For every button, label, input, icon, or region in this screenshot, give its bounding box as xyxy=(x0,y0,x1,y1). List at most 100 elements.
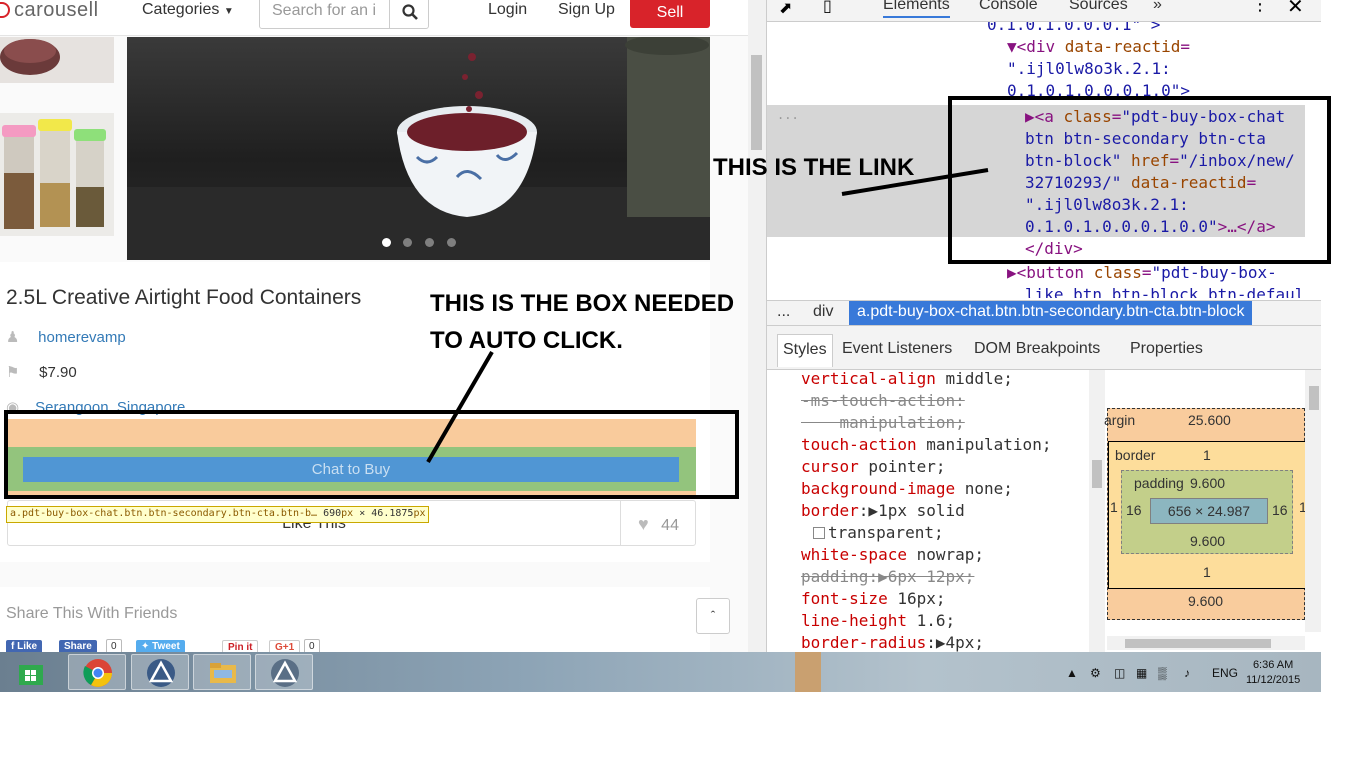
dom-value: ".ijl0lw8o3k.2.1: xyxy=(1007,59,1171,78)
styles-scrollbar[interactable] xyxy=(1089,370,1105,652)
dom-line[interactable]: ▼<div data-reactid= xyxy=(1007,36,1190,58)
chrome-taskbar-icon[interactable] xyxy=(68,654,126,690)
language-indicator[interactable]: ENG xyxy=(1212,666,1238,680)
margin-top-value: 25.600 xyxy=(1188,412,1231,428)
style-declaration[interactable]: vertical-align middle; xyxy=(801,370,1013,390)
box-model-scrollbar[interactable] xyxy=(1305,370,1321,632)
breadcrumb-item[interactable]: ... xyxy=(777,303,790,321)
more-tabs-icon[interactable]: » xyxy=(1153,0,1162,14)
scroll-to-top-button[interactable]: ˆ xyxy=(696,598,730,634)
search-button[interactable] xyxy=(389,0,429,29)
volume-icon[interactable]: ♪ xyxy=(1184,666,1190,680)
breadcrumb-item[interactable]: div xyxy=(813,303,833,321)
style-declaration[interactable]: line-height 1.6; xyxy=(801,610,955,632)
system-clock[interactable]: 6:36 AM 11/12/2015 xyxy=(1246,658,1300,688)
kebab-menu-icon[interactable]: ⋮ xyxy=(1251,0,1269,15)
dom-ellipsis[interactable]: ... xyxy=(777,108,799,122)
tag-icon: ⚑ xyxy=(6,364,20,381)
tab-event-listeners[interactable]: Event Listeners xyxy=(842,340,952,358)
carousel-dot[interactable] xyxy=(425,238,434,247)
tab-console[interactable]: Console xyxy=(979,0,1038,14)
style-declaration[interactable]: border-radius:▶4px; xyxy=(801,632,984,652)
product-thumbnail[interactable] xyxy=(0,37,114,83)
product-title: 2.5L Creative Airtight Food Containers xyxy=(6,286,362,309)
search-input[interactable]: Search for an i xyxy=(259,0,390,29)
seller-link[interactable]: homerevamp xyxy=(38,329,126,346)
tweet-button[interactable]: ✦ Tweet xyxy=(136,640,185,652)
show-hidden-icons-icon[interactable]: ▲ xyxy=(1066,666,1078,680)
gplus-button[interactable]: G+1 xyxy=(269,640,301,652)
app-taskbar-icon[interactable] xyxy=(255,654,313,690)
product-thumbnail[interactable] xyxy=(0,113,114,236)
border-bottom-value: 1 xyxy=(1203,564,1211,580)
dom-line[interactable]: ".ijl0lw8o3k.2.1: xyxy=(1007,58,1171,80)
app-taskbar-icon[interactable] xyxy=(131,654,189,690)
style-declaration[interactable]: font-size 16px; xyxy=(801,588,946,610)
style-declaration[interactable]: padding:▶6px 12px; xyxy=(801,566,974,588)
carousell-logo-icon[interactable] xyxy=(0,2,10,18)
margin-label: argin xyxy=(1104,412,1136,428)
style-declaration[interactable]: touch-action manipulation; xyxy=(801,434,1051,456)
pinit-button[interactable]: Pin it xyxy=(222,640,259,652)
tooltip-height: 46.1875 xyxy=(371,508,414,519)
box-model-content[interactable]: 656 × 24.987 xyxy=(1150,498,1268,524)
style-declaration[interactable]: background-image none; xyxy=(801,478,1013,500)
page-scrollbar-thumb[interactable] xyxy=(751,55,762,150)
carousel-dot[interactable] xyxy=(447,238,456,247)
login-link[interactable]: Login xyxy=(488,1,527,19)
style-property: manipulation; xyxy=(801,413,965,432)
color-swatch-icon[interactable] xyxy=(813,527,825,539)
carousell-logo[interactable]: carousell xyxy=(14,0,99,22)
sell-button[interactable]: Sell xyxy=(630,0,710,28)
site-header: carousell Categories ▼ Search for an i L… xyxy=(0,0,748,36)
windows-flag-icon[interactable]: ▦ xyxy=(1136,666,1147,680)
box-model-border[interactable]: border 1 1 1 padding 9.600 16 16 9.600 6… xyxy=(1108,441,1307,589)
style-value: 16px; xyxy=(887,589,946,608)
box-model-padding[interactable]: padding 9.600 16 16 9.600 656 × 24.987 xyxy=(1121,470,1293,554)
tab-styles[interactable]: Styles xyxy=(777,334,833,367)
style-property: touch-action xyxy=(801,435,917,454)
style-declaration[interactable]: manipulation; xyxy=(801,412,965,434)
carousel-dot[interactable] xyxy=(382,238,391,247)
network-app-icon[interactable]: ⚙ xyxy=(1090,666,1101,680)
style-declaration[interactable]: -ms-touch-action: xyxy=(801,390,965,412)
product-main-image[interactable] xyxy=(127,37,710,260)
close-icon[interactable]: ✕ xyxy=(1287,0,1304,19)
tab-properties[interactable]: Properties xyxy=(1130,340,1203,358)
padding-top-value: 9.600 xyxy=(1190,475,1226,491)
styles-scrollbar-thumb[interactable] xyxy=(1092,460,1102,488)
style-declaration[interactable]: transparent; xyxy=(813,522,944,544)
signup-link[interactable]: Sign Up xyxy=(558,1,615,19)
box-model-hscrollbar-thumb[interactable] xyxy=(1125,639,1271,648)
facebook-share-button[interactable]: Share xyxy=(59,640,97,652)
file-explorer-taskbar-icon[interactable] xyxy=(193,654,251,690)
inspect-element-icon[interactable]: ⬈ xyxy=(779,0,792,18)
signal-bars-icon[interactable]: ▒ xyxy=(1158,666,1167,680)
dom-line[interactable]: ▶<button class="pdt-buy-box- xyxy=(1007,262,1277,284)
style-declaration[interactable]: white-space nowrap; xyxy=(801,544,984,566)
tab-dom-breakpoints[interactable]: DOM Breakpoints xyxy=(974,340,1100,358)
tab-sources[interactable]: Sources xyxy=(1069,0,1128,14)
gplus-count: 0 xyxy=(304,639,320,652)
categories-dropdown[interactable]: Categories ▼ xyxy=(142,1,234,19)
breadcrumb-item-active[interactable]: a.pdt-buy-box-chat.btn.btn-secondary.btn… xyxy=(849,301,1253,325)
page-scrollbar[interactable] xyxy=(748,0,766,652)
box-model-scrollbar-thumb[interactable] xyxy=(1309,386,1319,410)
box-model-margin[interactable]: argin 25.600 border 1 1 1 padding 9.600 … xyxy=(1104,408,1307,620)
device-icon[interactable]: ◫ xyxy=(1114,666,1125,680)
box-model-hscrollbar[interactable] xyxy=(1107,636,1305,650)
tweet-label: Tweet xyxy=(152,641,180,652)
facebook-like-button[interactable]: f Like xyxy=(6,640,43,652)
device-mode-icon[interactable]: ▯ xyxy=(823,0,832,16)
style-declaration[interactable]: cursor pointer; xyxy=(801,456,946,478)
containers-thumbnail-image xyxy=(0,113,114,236)
dom-line[interactable]: 0.1.0.1.0.0.0.1" > xyxy=(987,22,1160,36)
style-property: font-size xyxy=(801,589,888,608)
facebook-count: 0 xyxy=(106,639,122,652)
style-property: background-image xyxy=(801,479,956,498)
tab-elements[interactable]: Elements xyxy=(883,0,950,18)
dom-line[interactable]: like btn btn-block btn-default xyxy=(1025,284,1305,298)
style-declaration[interactable]: border:▶1px solid xyxy=(801,500,965,522)
windows-store-icon[interactable] xyxy=(8,654,52,690)
carousel-dot[interactable] xyxy=(403,238,412,247)
